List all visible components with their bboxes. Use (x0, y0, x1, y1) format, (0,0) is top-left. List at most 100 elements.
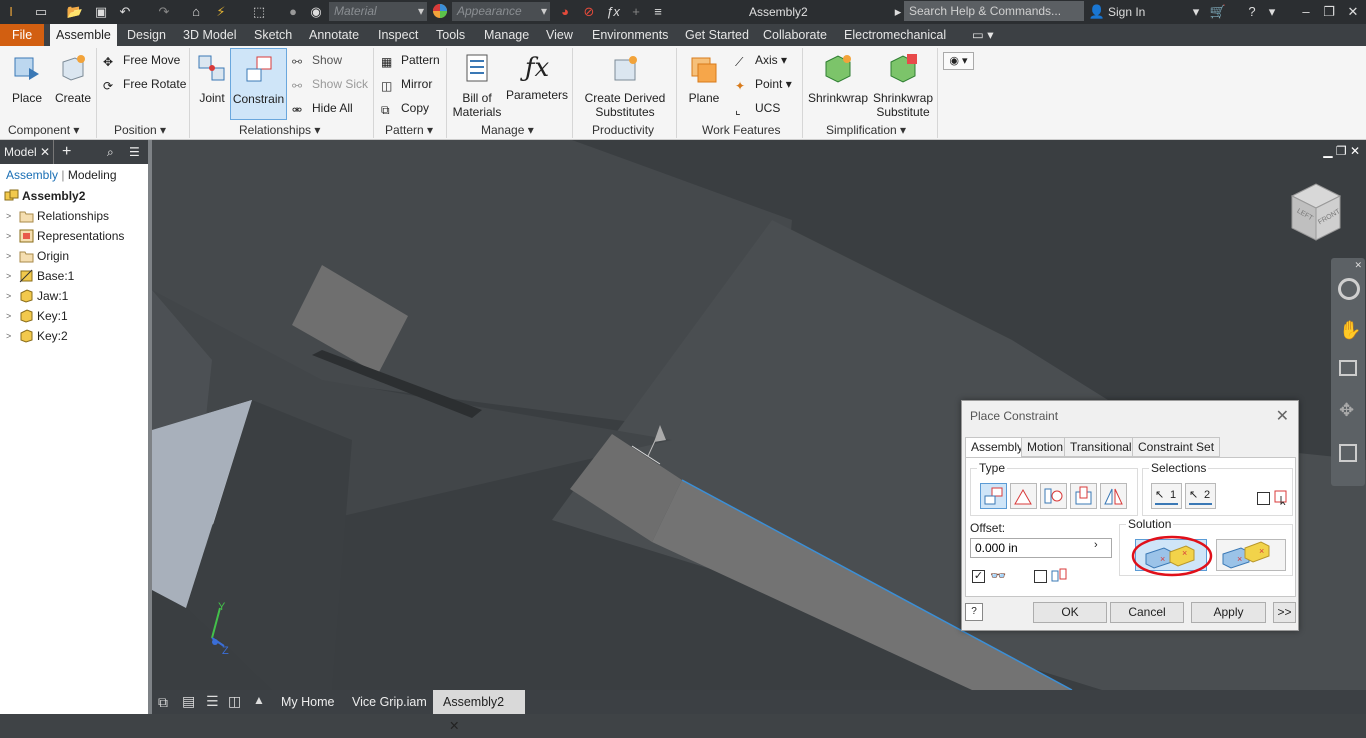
tab-electromechanical[interactable]: Electromechanical (838, 24, 952, 46)
selection-1-button[interactable]: ↖ 1 (1151, 483, 1182, 509)
mate-constraint-button[interactable] (980, 483, 1007, 509)
panel-position-label[interactable]: Position ▾ (114, 123, 166, 137)
add-icon[interactable]: + (62, 140, 71, 164)
tree-item-base[interactable]: > Base:1 (0, 266, 148, 286)
pick-part-first-checkbox[interactable] (1257, 492, 1270, 505)
adjust-icon[interactable]: ◕ (556, 3, 574, 21)
close-icon[interactable]: ✕ (449, 719, 459, 733)
mirror-button[interactable]: ◫ Mirror (381, 77, 432, 93)
doc-tab-vice-grip[interactable]: Vice Grip.iam (342, 690, 437, 714)
constrain-button[interactable]: Constrain (230, 48, 287, 120)
ribbon-extra-dropdown[interactable]: ◉ ▾ (943, 52, 974, 70)
more-button[interactable]: >> (1273, 602, 1296, 623)
search-input[interactable] (904, 1, 1084, 21)
tab-design[interactable]: Design (121, 24, 172, 46)
menu-icon[interactable]: ☰ (129, 140, 140, 164)
panel-relationships-label[interactable]: Relationships ▾ (239, 123, 320, 137)
show-button[interactable]: ⚯ Show (292, 53, 342, 69)
panel-simplification-label[interactable]: Simplification ▾ (826, 123, 906, 137)
free-move-button[interactable]: ✥ Free Move (103, 53, 180, 69)
tab-get-started[interactable]: Get Started (679, 24, 755, 46)
free-rotate-button[interactable]: ⟳ Free Rotate (103, 77, 186, 93)
ok-button[interactable]: OK (1033, 602, 1107, 623)
doc-tab-assembly2[interactable]: Assembly2 ✕ (433, 690, 525, 733)
arrange-vertical-icon[interactable]: ◫ (228, 693, 241, 710)
expand-icon[interactable]: > (6, 266, 11, 286)
plane-button[interactable]: Plane (684, 52, 724, 105)
copy-button[interactable]: ⧉ Copy (381, 101, 429, 117)
bill-of-materials-button[interactable]: Bill of Materials (450, 52, 504, 119)
tab-inspect[interactable]: Inspect (372, 24, 424, 46)
tab-3d-model[interactable]: 3D Model (177, 24, 243, 46)
ucs-button[interactable]: ⌞ UCS (735, 101, 780, 117)
new-icon[interactable]: ▭ (32, 3, 50, 21)
chevron-down-icon[interactable]: ▾ (1263, 3, 1281, 21)
show-preview-checkbox[interactable]: ✓ (972, 570, 985, 583)
pan-icon[interactable]: ✋ (1339, 320, 1361, 341)
tab-file[interactable]: File (0, 24, 45, 46)
minimize-icon[interactable]: ▁ (1323, 144, 1332, 158)
tree-root-assembly[interactable]: Assembly2 (0, 186, 148, 206)
redo-icon[interactable]: ↷ (155, 3, 173, 21)
sign-in-link[interactable]: Sign In (1108, 5, 1145, 19)
customize-icon[interactable]: ≡ (649, 3, 667, 21)
restore-icon[interactable]: ❐ (1320, 3, 1338, 21)
chevron-down-icon[interactable]: ▾ (1187, 3, 1205, 21)
zoom-window-icon[interactable] (1339, 360, 1357, 376)
tab-motion[interactable]: Motion (1021, 437, 1070, 457)
open-icon[interactable]: 📂 (66, 3, 84, 21)
doc-tab-my-home[interactable]: My Home (271, 690, 344, 714)
tab-manage[interactable]: Manage (478, 24, 535, 46)
expand-icon[interactable]: > (6, 306, 11, 326)
close-icon[interactable]: ✕ (40, 140, 50, 164)
help-icon[interactable]: ? (965, 603, 983, 621)
pattern-button[interactable]: ▦ Pattern (381, 53, 440, 69)
create-button[interactable]: Create (52, 52, 94, 105)
expand-icon[interactable]: > (6, 286, 11, 306)
arrange-horizontal-icon[interactable]: ☰ (206, 693, 219, 710)
tab-annotate[interactable]: Annotate (303, 24, 365, 46)
tab-sketch[interactable]: Sketch (248, 24, 298, 46)
user-icon[interactable]: 👤 (1088, 3, 1106, 21)
plus-icon[interactable]: + (627, 3, 645, 21)
tab-tools[interactable]: Tools (430, 24, 471, 46)
expand-icon[interactable]: > (6, 226, 11, 246)
close-icon[interactable]: ✕ (1350, 144, 1360, 158)
symmetry-constraint-button[interactable] (1100, 483, 1127, 509)
viewcube[interactable]: LEFT FRONT (1286, 182, 1348, 244)
minimize-icon[interactable]: – (1297, 3, 1315, 21)
update-icon[interactable]: ⚡ (212, 3, 230, 21)
save-icon[interactable]: ▣ (92, 3, 110, 21)
close-icon[interactable]: ✕ (1276, 406, 1289, 426)
selection-2-button[interactable]: ↖ 2 (1185, 483, 1216, 509)
shrinkwrap-button[interactable]: Shrinkwrap (806, 52, 870, 105)
panel-component-label[interactable]: Component ▾ (8, 123, 79, 137)
measure-icon[interactable]: ● (284, 3, 302, 21)
tab-view[interactable]: View (540, 24, 579, 46)
expand-icon[interactable]: > (6, 246, 11, 266)
cart-icon[interactable]: 🛒 (1209, 3, 1227, 21)
view-assembly-link[interactable]: Assembly (6, 168, 58, 182)
tree-item-key2[interactable]: > Key:2 (0, 326, 148, 346)
show-sick-button[interactable]: ⚯ Show Sick (292, 77, 368, 93)
tangent-constraint-button[interactable] (1040, 483, 1067, 509)
insert-constraint-button[interactable] (1070, 483, 1097, 509)
close-icon[interactable]: ✕ (1344, 3, 1362, 21)
tab-assemble[interactable]: Assemble (50, 24, 117, 46)
ribbon-options-icon[interactable]: ▭ ▾ (966, 24, 1000, 46)
fx-icon[interactable]: ƒx (604, 3, 622, 21)
chevron-right-icon[interactable]: › (1094, 539, 1098, 551)
apply-button[interactable]: Apply (1191, 602, 1266, 623)
orbit-icon[interactable]: ✥ (1339, 400, 1354, 421)
tab-transitional[interactable]: Transitional (1064, 437, 1138, 457)
flush-solution-button[interactable]: × × (1216, 539, 1286, 571)
appearance-dropdown[interactable]: Appearance ▾ (452, 2, 550, 21)
tab-constraint-set[interactable]: Constraint Set (1132, 437, 1221, 457)
select-icon[interactable]: ⬚ (250, 3, 268, 21)
panel-pattern-label[interactable]: Pattern ▾ (385, 123, 433, 137)
create-derived-substitutes-button[interactable]: Create Derived Substitutes (580, 52, 670, 119)
tree-item-key1[interactable]: > Key:1 (0, 306, 148, 326)
tree-item-representations[interactable]: > Representations (0, 226, 148, 246)
predict-offset-checkbox[interactable] (1034, 570, 1047, 583)
clear-icon[interactable]: ⊘ (580, 3, 598, 21)
